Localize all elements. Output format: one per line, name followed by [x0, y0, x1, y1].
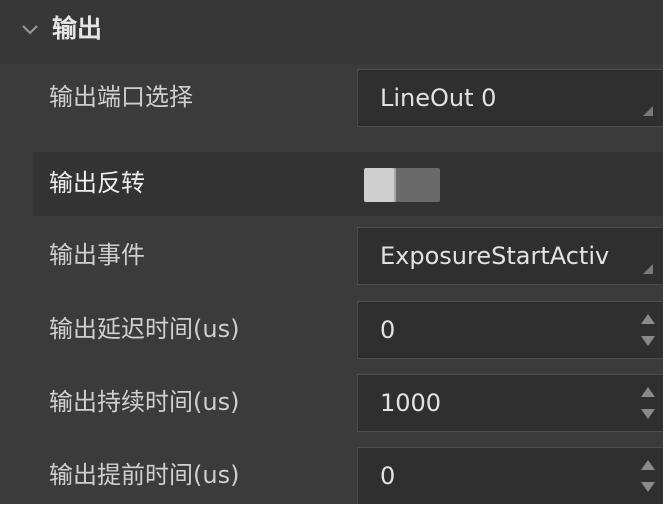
- property-row-output-port: 输出端口选择 LineOut 0: [33, 66, 663, 130]
- property-row-output-event: 输出事件 ExposureStartActiv: [33, 224, 663, 288]
- output-delay-value: 0: [380, 316, 396, 344]
- output-duration-value: 1000: [380, 389, 442, 417]
- section-title: 输出: [52, 14, 103, 43]
- output-port-label: 输出端口选择: [49, 83, 193, 111]
- spin-up-arrow-icon[interactable]: [641, 314, 655, 324]
- output-advance-value: 0: [380, 462, 396, 490]
- property-row-output-duration: 输出持续时间(us) 1000: [33, 371, 663, 435]
- output-invert-toggle[interactable]: [364, 168, 440, 202]
- output-duration-spinbox[interactable]: 1000: [357, 374, 663, 432]
- output-port-value: LineOut 0: [380, 84, 497, 112]
- toggle-knob: [364, 168, 396, 202]
- output-duration-label: 输出持续时间(us): [49, 388, 240, 416]
- spin-up-arrow-icon[interactable]: [641, 460, 655, 470]
- dropdown-corner-icon: [643, 106, 653, 116]
- chevron-down-icon[interactable]: [18, 17, 42, 41]
- output-event-value: ExposureStartActiv: [380, 242, 610, 270]
- output-event-label: 输出事件: [49, 241, 145, 269]
- spin-down-arrow-icon[interactable]: [641, 336, 655, 346]
- spin-down-arrow-icon[interactable]: [641, 409, 655, 419]
- output-advance-spinbox[interactable]: 0: [357, 447, 663, 504]
- spin-down-arrow-icon[interactable]: [641, 482, 655, 492]
- output-delay-label: 输出延迟时间(us): [49, 315, 240, 343]
- output-section-header[interactable]: 输出: [0, 0, 663, 64]
- dropdown-corner-icon: [643, 264, 653, 274]
- output-properties-panel: 输出 输出端口选择 LineOut 0 输出反转 输出事件 ExposureSt…: [0, 0, 663, 504]
- spin-up-arrow-icon[interactable]: [641, 387, 655, 397]
- output-port-combobox[interactable]: LineOut 0: [357, 69, 663, 127]
- output-invert-label: 输出反转: [49, 169, 145, 197]
- property-row-output-advance: 输出提前时间(us) 0: [33, 444, 663, 504]
- property-row-output-invert: 输出反转: [33, 152, 663, 216]
- output-event-combobox[interactable]: ExposureStartActiv: [357, 227, 663, 285]
- property-row-output-delay: 输出延迟时间(us) 0: [33, 298, 663, 362]
- output-advance-label: 输出提前时间(us): [49, 461, 240, 489]
- output-delay-spinbox[interactable]: 0: [357, 301, 663, 359]
